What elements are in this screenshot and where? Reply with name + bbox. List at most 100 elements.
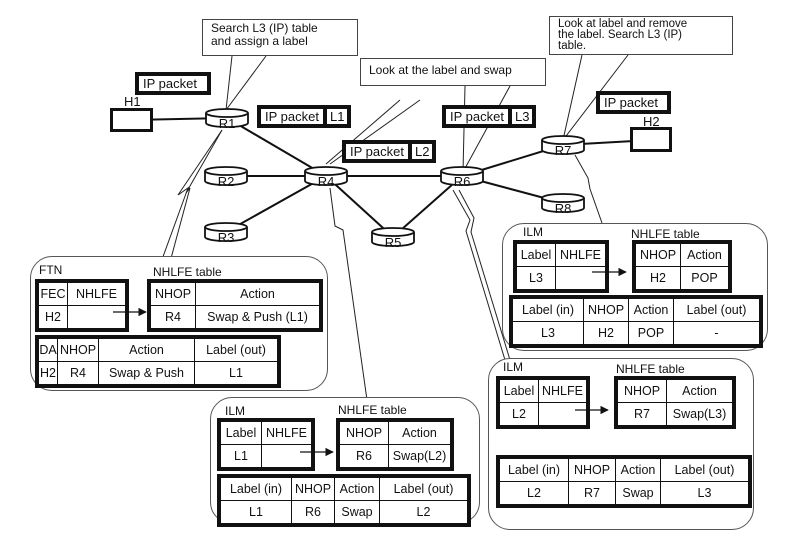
- packet-payload: IP packet: [450, 109, 504, 124]
- nhlfe-table: NHOP Action R4 Swap & Push (L1): [147, 279, 323, 332]
- panel-connector-r1-c: [169, 129, 223, 263]
- header-cell: NHOP: [633, 241, 681, 267]
- ftn-table: FEC NHLFE H2: [35, 279, 129, 332]
- nhlfe-title: NHLFE table: [631, 227, 700, 241]
- panel-r1-ftn: FTN NHLFE table FEC NHLFE H2 NHOP Action…: [30, 256, 328, 391]
- router-label: R6: [454, 174, 471, 189]
- header-cell: Label (out): [379, 475, 470, 501]
- header-cell: DA: [36, 336, 58, 362]
- cell: L2: [379, 500, 470, 526]
- header-cell: Label (out): [660, 456, 751, 482]
- packet-label: L2: [407, 144, 432, 159]
- host-h2-label: H2: [643, 114, 660, 129]
- packet-payload: IP packet: [350, 144, 404, 159]
- panel-r4-ilm: ILM NHLFE table Label NHLFE L1 NHOP Acti…: [210, 397, 480, 527]
- packet-payload: IP packet: [604, 95, 658, 110]
- host-h2[interactable]: [630, 127, 672, 152]
- packet-label: L3: [507, 109, 532, 124]
- cell: H2: [583, 321, 629, 347]
- cell: R4: [148, 305, 196, 331]
- header-cell: Label (in): [497, 456, 569, 482]
- cell: L2: [497, 481, 569, 507]
- cell: Swap: [334, 500, 380, 526]
- panel-title: ILM: [523, 225, 544, 239]
- header-cell: NHOP: [291, 475, 335, 501]
- router-r3[interactable]: R3: [204, 222, 248, 245]
- nhlfe-table: NHOP Action H2 POP: [632, 240, 732, 293]
- cell: [67, 305, 128, 331]
- header-cell: Label (in): [510, 296, 584, 322]
- cell: Swap(L3): [666, 402, 735, 428]
- packet-ip-l1: IP packet L1: [257, 105, 352, 128]
- host-h1[interactable]: [110, 108, 153, 132]
- nhlfe-table: NHOP Action R6 Swap(L2): [336, 418, 454, 471]
- header-cell: NHLFE: [67, 280, 128, 306]
- header-cell: Label (in): [218, 475, 292, 501]
- packet-ip-l3: IP packet L3: [442, 105, 537, 128]
- cell: R7: [615, 402, 667, 428]
- cell: H2: [36, 305, 68, 331]
- header-cell: NHOP: [583, 296, 629, 322]
- cell: -: [673, 321, 762, 347]
- cell: L2: [497, 402, 539, 428]
- ilm-table: Label NHLFE L3: [513, 240, 609, 293]
- router-r7[interactable]: R7: [541, 135, 585, 158]
- callout-r1: Search L3 (IP) table and assign a label: [202, 19, 358, 56]
- cell: [261, 444, 314, 470]
- cell: Swap & Push: [98, 361, 195, 387]
- panel-title: ILM: [225, 404, 246, 418]
- header-cell: Action: [388, 419, 453, 445]
- header-cell: NHLFE: [261, 419, 314, 445]
- nhlfe-table: NHOP Action R7 Swap(L3): [614, 376, 736, 429]
- callout-pointer-r1: [225, 55, 267, 111]
- packet-payload: IP packet: [265, 109, 319, 124]
- packet-ip-l2: IP packet L2: [342, 140, 437, 163]
- header-cell: Label (out): [673, 296, 762, 322]
- packet-ip-h2: IP packet: [596, 91, 671, 114]
- router-label: R3: [218, 230, 235, 245]
- header-cell: Action: [680, 241, 731, 267]
- header-cell: NHLFE: [538, 377, 589, 403]
- header-cell: Action: [666, 377, 735, 403]
- combined-table: Label (in) NHOP Action Label (out) L3 H2…: [509, 295, 763, 348]
- router-r2[interactable]: R2: [204, 166, 248, 189]
- header-cell: NHOP: [57, 336, 99, 362]
- cell: L1: [218, 500, 292, 526]
- header-cell: Label (out): [194, 336, 280, 362]
- header-cell: NHOP: [615, 377, 667, 403]
- cell: H2: [36, 361, 58, 387]
- router-label: R2: [218, 174, 235, 189]
- callout-r7: Look at label and remove the label. Sear…: [549, 16, 733, 55]
- header-cell: NHLFE: [555, 241, 608, 267]
- router-label: R7: [555, 143, 572, 158]
- callout-pointer-r6-b: [462, 85, 511, 173]
- cell: Swap & Push (L1): [195, 305, 322, 331]
- cell: [555, 266, 608, 292]
- router-r5[interactable]: R5: [371, 227, 415, 250]
- cell: L1: [194, 361, 280, 387]
- router-label: R4: [318, 174, 335, 189]
- cell: R7: [568, 481, 616, 507]
- ilm-table: Label NHLFE L2: [496, 376, 590, 429]
- panel-r7-ilm: ILM NHLFE table Label NHLFE L3 NHOP Acti…: [502, 223, 768, 351]
- header-cell: Action: [195, 280, 322, 306]
- header-cell: Action: [615, 456, 661, 482]
- panel-title: ILM: [503, 360, 524, 374]
- router-r6[interactable]: R6: [440, 166, 484, 189]
- cell: L3: [510, 321, 584, 347]
- router-r8[interactable]: R8: [541, 193, 585, 216]
- header-cell: Action: [334, 475, 380, 501]
- panel-title: FTN: [39, 263, 63, 277]
- packet-ip-h1: IP packet: [135, 72, 211, 95]
- panel-connector-r4-b: [326, 188, 362, 400]
- panel-connector-r1: [159, 129, 223, 266]
- router-label: R5: [385, 235, 402, 250]
- header-cell: Label: [218, 419, 262, 445]
- host-h1-label: H1: [124, 94, 141, 109]
- header-cell: Label: [514, 241, 556, 267]
- router-r4[interactable]: R4: [304, 166, 348, 189]
- cell: L1: [218, 444, 262, 470]
- router-label: R8: [555, 201, 572, 216]
- nhlfe-title: NHLFE table: [338, 403, 407, 417]
- nhlfe-title: NHLFE table: [616, 362, 685, 376]
